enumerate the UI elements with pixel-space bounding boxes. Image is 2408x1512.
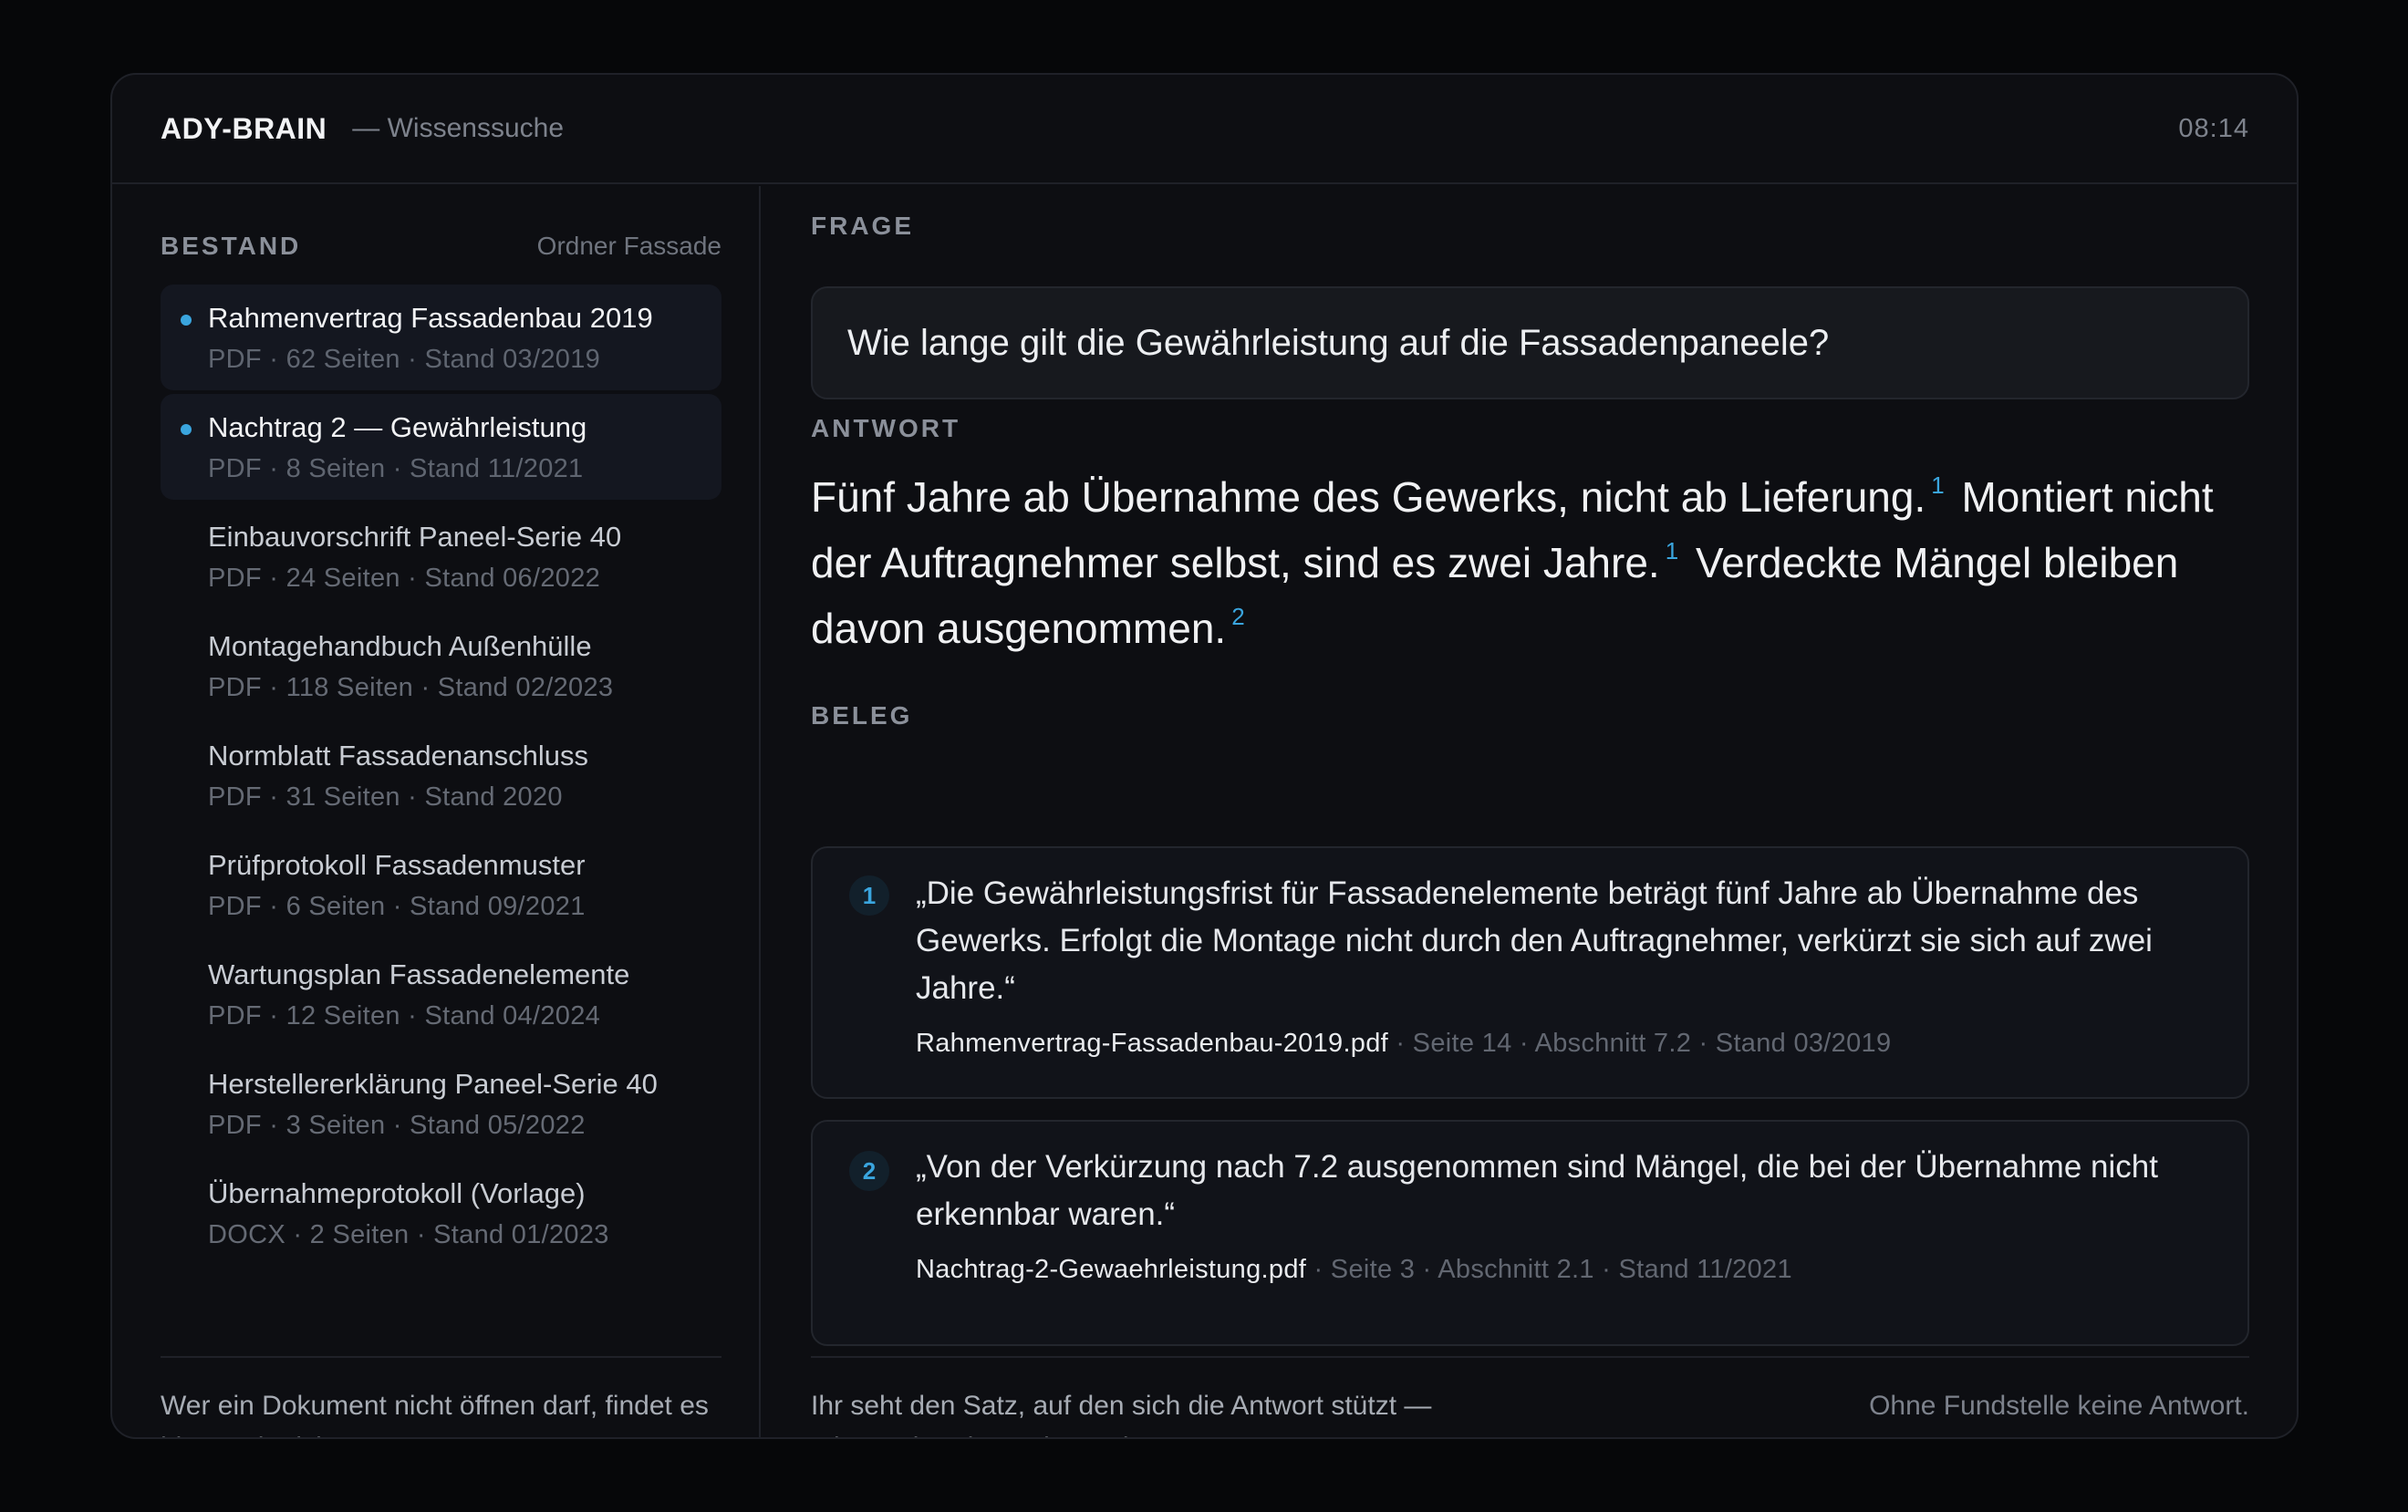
sidebar: BESTAND Ordner Fassade Rahmenvertrag Fas… [112, 186, 761, 1437]
question-text: Wie lange gilt die Gewährleistung auf di… [847, 322, 1830, 363]
source-details: · Seite 14 · Abschnitt 7.2 · Stand 03/20… [1388, 1029, 1892, 1058]
document-item[interactable]: Einbauvorschrift Paneel-Serie 40 PDF · 2… [161, 503, 721, 604]
document-meta: PDF · 12 Seiten · Stand 04/2024 [208, 1001, 601, 1030]
divider [161, 1356, 721, 1358]
document-title: Montagehandbuch Außenhülle [208, 630, 592, 662]
answer-text: Fünf Jahre ab Übernahme des Gewerks, nic… [811, 464, 2249, 661]
evidence-card[interactable]: 1 „Die Gewährleistungsfrist für Fassaden… [811, 846, 2249, 1099]
source-file-link[interactable]: Nachtrag-2-Gewaehrleistung.pdf [916, 1255, 1306, 1284]
document-meta: PDF · 8 Seiten · Stand 11/2021 [208, 454, 584, 483]
question-field[interactable]: Wie lange gilt die Gewährleistung auf di… [811, 286, 2249, 399]
evidence-source: Rahmenvertrag-Fassadenbau-2019.pdf · Sei… [916, 1029, 2211, 1059]
active-dot-icon [181, 424, 192, 435]
document-title: Rahmenvertrag Fassadenbau 2019 [208, 302, 653, 334]
document-meta: DOCX · 2 Seiten · Stand 01/2023 [208, 1220, 609, 1249]
document-title: Herstellererklärung Paneel-Serie 40 [208, 1068, 658, 1100]
document-item[interactable]: Prüfprotokoll Fassadenmuster PDF · 6 Sei… [161, 832, 721, 932]
document-meta: PDF · 118 Seiten · Stand 02/2023 [208, 673, 614, 702]
citation-ref[interactable]: 1 [1666, 537, 1678, 564]
document-item[interactable]: Rahmenvertrag Fassadenbau 2019 PDF · 62 … [161, 285, 721, 390]
document-title: Normblatt Fassadenanschluss [208, 740, 588, 772]
evidence-card[interactable]: 2 „Von der Verkürzung nach 7.2 ausgenomm… [811, 1120, 2249, 1346]
document-meta: PDF · 3 Seiten · Stand 05/2022 [208, 1111, 586, 1140]
app-subtitle: — Wissenssuche [352, 113, 565, 143]
evidence-source: Nachtrag-2-Gewaehrleistung.pdf · Seite 3… [916, 1255, 2211, 1285]
document-item[interactable]: Nachtrag 2 — Gewährleistung PDF · 8 Seit… [161, 394, 721, 500]
folder-name[interactable]: Ordner Fassade [537, 232, 721, 261]
active-dot-icon [181, 315, 192, 326]
document-title: Einbauvorschrift Paneel-Serie 40 [208, 521, 622, 553]
document-item[interactable]: Übernahmeprotokoll (Vorlage) DOCX · 2 Se… [161, 1160, 721, 1260]
citation-ref[interactable]: 1 [1931, 471, 1944, 499]
evidence-number: 1 [849, 875, 889, 916]
document-item[interactable]: Wartungsplan Fassadenelemente PDF · 12 S… [161, 941, 721, 1041]
document-meta: PDF · 31 Seiten · Stand 2020 [208, 782, 563, 812]
section-label-bestand: BESTAND [161, 232, 302, 260]
document-list: Rahmenvertrag Fassadenbau 2019 PDF · 62 … [161, 285, 721, 1269]
document-meta: PDF · 62 Seiten · Stand 03/2019 [208, 345, 601, 374]
document-item[interactable]: Normblatt Fassadenanschluss PDF · 31 Sei… [161, 722, 721, 823]
document-title: Wartungsplan Fassadenelemente [208, 958, 630, 990]
evidence-label: BELEG [811, 701, 913, 730]
document-title: Prüfprotokoll Fassadenmuster [208, 849, 586, 881]
document-title: Nachtrag 2 — Gewährleistung [208, 411, 587, 443]
document-item[interactable]: Herstellererklärung Paneel-Serie 40 PDF … [161, 1051, 721, 1151]
document-title: Übernahmeprotokoll (Vorlage) [208, 1177, 586, 1209]
evidence-quote: „Die Gewährleistungsfrist für Fassadenel… [916, 875, 2153, 1006]
citation-ref[interactable]: 2 [1231, 603, 1244, 630]
evidence-number: 2 [849, 1151, 889, 1191]
question-label: FRAGE [811, 212, 914, 240]
sidebar-footer-note: Wer ein Dokument nicht öffnen darf, find… [161, 1391, 709, 1437]
title-bar: ADY-BRAIN — Wissenssuche 08:14 [112, 75, 2297, 184]
document-meta: PDF · 24 Seiten · Stand 06/2022 [208, 564, 601, 593]
answer-sentence: Fünf Jahre ab Übernahme des Gewerks, nic… [811, 473, 1926, 521]
clock: 08:14 [2178, 113, 2249, 143]
answer-label: ANTWORT [811, 414, 961, 442]
footer-tagline: Ohne Fundstelle keine Antwort. [1869, 1391, 2249, 1421]
evidence-quote: „Von der Verkürzung nach 7.2 ausgenommen… [916, 1149, 2158, 1232]
source-details: · Seite 3 · Abschnitt 2.1 · Stand 11/202… [1306, 1255, 1792, 1284]
main-panel: FRAGE Wie lange gilt die Gewährleistung … [763, 186, 2297, 1437]
sidebar-header: BESTAND Ordner Fassade [161, 232, 721, 261]
document-item[interactable]: Montagehandbuch Außenhülle PDF · 118 Sei… [161, 613, 721, 713]
source-file-link[interactable]: Rahmenvertrag-Fassadenbau-2019.pdf [916, 1029, 1388, 1058]
document-meta: PDF · 6 Seiten · Stand 09/2021 [208, 892, 586, 921]
footer-note: Ihr seht den Satz, auf den sich die Antw… [811, 1391, 1432, 1437]
app-name: ADY-BRAIN [161, 111, 327, 145]
divider [811, 1356, 2249, 1358]
app-window: ADY-BRAIN — Wissenssuche 08:14 BESTAND O… [110, 73, 2299, 1439]
